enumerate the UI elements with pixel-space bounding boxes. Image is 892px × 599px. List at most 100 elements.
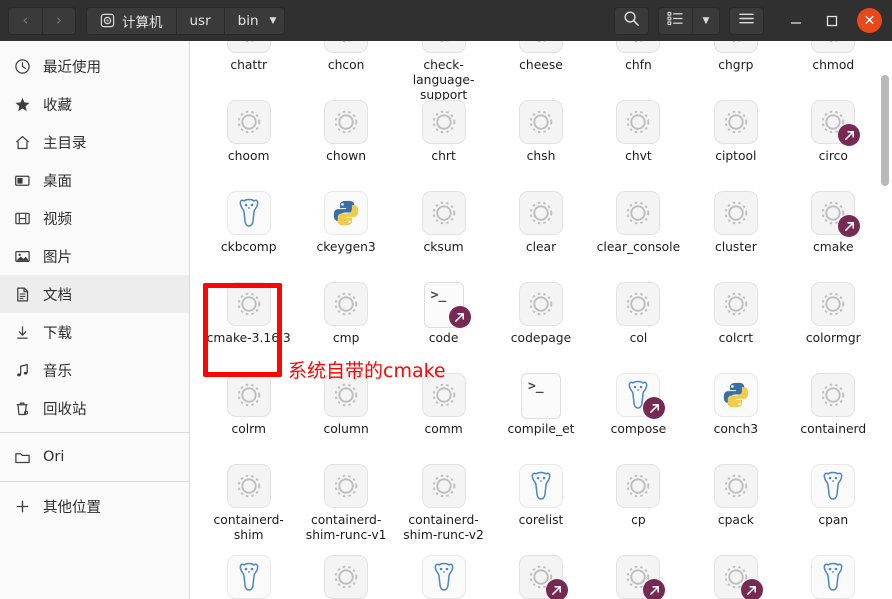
file-item-check-language-support[interactable]: check-language-support [395, 41, 492, 102]
sidebar-item-音乐[interactable]: 音乐 [0, 351, 189, 389]
breadcrumb-label-computer: 计算机 [122, 14, 163, 31]
file-item-chmod[interactable]: chmod [785, 41, 882, 92]
file-item[interactable] [590, 547, 687, 599]
sidebar-item-视频[interactable]: 视频 [0, 199, 189, 237]
file-item-ciptool[interactable]: ciptool [687, 92, 784, 183]
desktop-icon [12, 172, 32, 189]
file-item-circo[interactable]: circo [785, 92, 882, 183]
sidebar-item-收藏[interactable]: 收藏 [0, 85, 189, 123]
sidebar-item-label: 最近使用 [43, 59, 101, 76]
sidebar-item-文档[interactable]: 文档 [0, 275, 189, 313]
file-item-compile_et[interactable]: >_ compile_et [492, 365, 589, 456]
sidebar-item-最近使用[interactable]: 最近使用 [0, 47, 189, 85]
gear-icon [226, 373, 271, 417]
file-item-colormgr[interactable]: colormgr [785, 274, 882, 365]
sidebar-item-桌面[interactable]: 桌面 [0, 161, 189, 199]
file-item-clear_console[interactable]: clear_console [590, 183, 687, 274]
sidebar-item-主目录[interactable]: 主目录 [0, 123, 189, 161]
file-item-cmake-3.16.3[interactable]: cmake-3.16.3 [200, 274, 297, 365]
gear-icon [713, 41, 758, 53]
file-item-col[interactable]: col [590, 274, 687, 365]
chevron-down-icon[interactable]: ▼ [270, 16, 277, 26]
minimize-icon [791, 21, 801, 24]
sidebar-item-label: 收藏 [43, 97, 72, 114]
sidebar-separator [0, 432, 189, 433]
file-item-containerd-shim-runc-v1[interactable]: containerd-shim-runc-v1 [297, 456, 394, 547]
search-button[interactable] [614, 6, 649, 35]
file-item-choom[interactable]: choom [200, 92, 297, 183]
close-button[interactable]: ✕ [857, 8, 882, 33]
file-item[interactable] [200, 547, 297, 599]
app-icon [421, 41, 466, 53]
breadcrumb-item-computer[interactable]: 计算机 [86, 6, 176, 35]
back-button[interactable]: ‹ [8, 6, 42, 35]
file-item-chrt[interactable]: chrt [395, 92, 492, 183]
file-label: chattr [230, 58, 268, 72]
forward-button[interactable]: › [42, 6, 76, 35]
file-item-chcon[interactable]: chcon [297, 41, 394, 92]
file-item-corelist[interactable]: corelist [492, 456, 589, 547]
file-icon-wrapper [421, 555, 466, 599]
file-item-cksum[interactable]: cksum [395, 183, 492, 274]
file-item-cmp[interactable]: cmp [297, 274, 394, 365]
file-item-cpack[interactable]: cpack [687, 456, 784, 547]
breadcrumb-item-usr[interactable]: usr [175, 6, 224, 35]
file-item-compose[interactable]: compose [590, 365, 687, 456]
file-label: compile_et [507, 422, 575, 436]
file-label: cpan [818, 513, 849, 527]
file-item-chgrp[interactable]: chgrp [687, 41, 784, 92]
symlink-badge-icon [643, 579, 666, 599]
file-item-code[interactable]: >_ code [395, 274, 492, 365]
file-item-conch3[interactable]: conch3 [687, 365, 784, 456]
file-icon-wrapper [324, 100, 369, 144]
file-item-containerd[interactable]: containerd [785, 365, 882, 456]
file-item[interactable] [492, 547, 589, 599]
file-item-clear[interactable]: clear [492, 183, 589, 274]
sidebar-item-其他位置[interactable]: 其他位置 [0, 487, 189, 525]
file-item-cmake[interactable]: cmake [785, 183, 882, 274]
file-icon-wrapper [713, 191, 758, 235]
file-browser-content[interactable]: chattr chcon check-language-support cheese c… [190, 41, 892, 599]
file-label: column [323, 422, 369, 436]
file-item-chvt[interactable]: chvt [590, 92, 687, 183]
file-item-cluster[interactable]: cluster [687, 183, 784, 274]
file-item-chattr[interactable]: chattr [200, 41, 297, 92]
file-item-ckbcomp[interactable]: ckbcomp [200, 183, 297, 274]
file-item[interactable] [297, 547, 394, 599]
file-item-colrm[interactable]: colrm [200, 365, 297, 456]
file-item-colcrt[interactable]: colcrt [687, 274, 784, 365]
file-item[interactable] [395, 547, 492, 599]
view-options-dropdown-button[interactable]: ▼ [693, 6, 720, 35]
file-icon-wrapper [811, 100, 861, 146]
sidebar-item-ori[interactable]: Ori [0, 438, 189, 476]
breadcrumb-item-bin[interactable]: bin ▼ [223, 6, 286, 35]
file-item-codepage[interactable]: codepage [492, 274, 589, 365]
chevron-down-icon: ▼ [702, 15, 710, 26]
main-menu-button[interactable] [729, 6, 764, 35]
file-item[interactable] [687, 547, 784, 599]
sidebar-item-label: 回收站 [43, 401, 87, 418]
file-item-ckeygen3[interactable]: ckeygen3 [297, 183, 394, 274]
file-item-cpan[interactable]: cpan [785, 456, 882, 547]
file-item-chsh[interactable]: chsh [492, 92, 589, 183]
maximize-button[interactable] [821, 10, 843, 32]
sidebar-item-回收站[interactable]: 回收站 [0, 389, 189, 427]
file-icon-wrapper: >_ [519, 373, 563, 419]
sidebar-item-图片[interactable]: 图片 [0, 237, 189, 275]
minimize-button[interactable] [785, 10, 807, 32]
sidebar-item-下载[interactable]: 下载 [0, 313, 189, 351]
file-item-cheese[interactable]: cheese [492, 41, 589, 92]
download-icon [12, 324, 32, 341]
vertical-scrollbar[interactable] [881, 41, 889, 599]
file-item-chfn[interactable]: chfn [590, 41, 687, 92]
gear-icon [226, 41, 271, 53]
file-item-chown[interactable]: chown [297, 92, 394, 183]
file-item-cp[interactable]: cp [590, 456, 687, 547]
file-item-containerd-shim-runc-v2[interactable]: containerd-shim-runc-v2 [395, 456, 492, 547]
file-item-containerd-shim[interactable]: containerd-shim [200, 456, 297, 547]
chevron-right-icon: › [56, 11, 62, 29]
scrollbar-thumb[interactable] [881, 75, 889, 186]
home-icon [12, 134, 32, 151]
file-item[interactable] [785, 547, 882, 599]
list-view-button[interactable] [658, 6, 693, 35]
